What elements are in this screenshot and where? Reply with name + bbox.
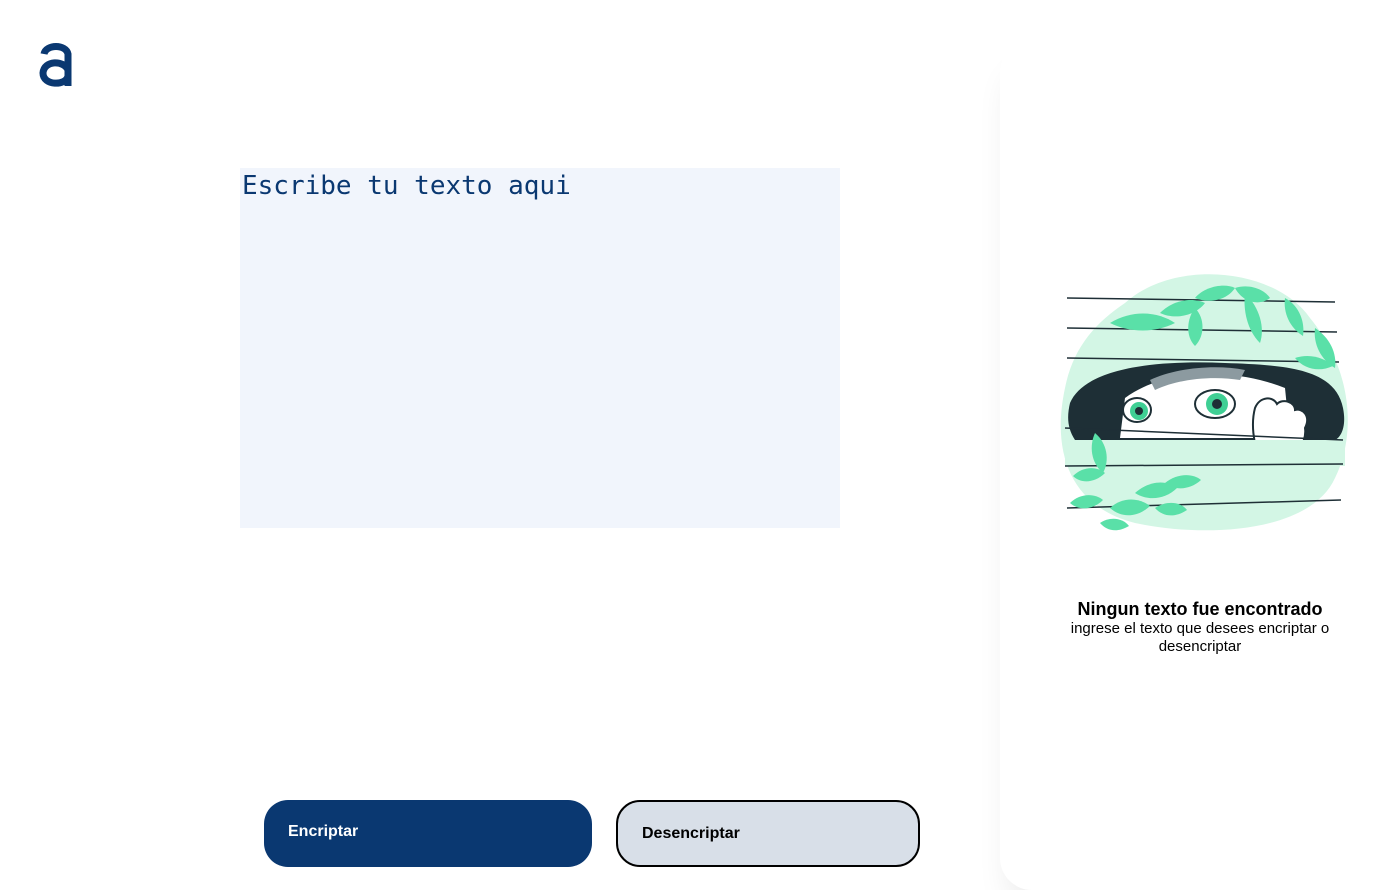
letter-a-logo-icon[interactable] bbox=[38, 40, 74, 90]
text-input[interactable] bbox=[240, 168, 840, 528]
girl-peeking-through-blinds-illustration bbox=[1060, 274, 1348, 531]
encrypt-button[interactable]: Encriptar bbox=[264, 800, 592, 867]
no-text-title: Ningun texto fue encontrado bbox=[1077, 599, 1323, 619]
no-text-message: ingrese el texto que desees encriptar o … bbox=[1070, 620, 1330, 655]
decrypt-button[interactable]: Desencriptar bbox=[616, 800, 920, 867]
page: Encriptar Desencriptar bbox=[0, 0, 1400, 890]
